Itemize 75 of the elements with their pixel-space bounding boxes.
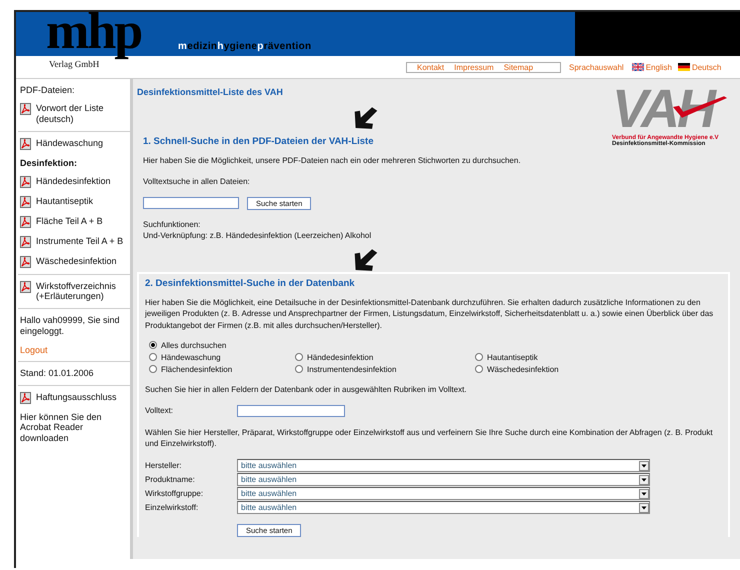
dropdown[interactable]: bitte auswählen [237, 459, 650, 472]
hint-text: Suchen Sie hier in allen Feldern der Datenbank oder in ausgewählten Rubriken im Volltext. [145, 384, 468, 395]
pdf-icon [20, 176, 31, 188]
pdf-link[interactable]: Händewaschung [36, 138, 104, 148]
language-label: Sprachauswahl [569, 62, 624, 72]
language-link[interactable]: Deutsch [678, 62, 722, 72]
radio-button[interactable] [295, 365, 303, 374]
pdf-icon [20, 280, 31, 293]
pdf-link[interactable]: Fläche Teil A + B [36, 216, 103, 226]
pdf-link[interactable]: Händedesinfektion [36, 176, 111, 186]
radio-label: Wäschedesinfektion [487, 364, 559, 374]
radio-label: Alles durchsuchen [161, 340, 226, 350]
radio-label: Flächendesinfektion [161, 364, 232, 374]
sidebar-heading: Desinfektion: [20, 158, 78, 168]
pdf-icon [20, 103, 31, 115]
search-field[interactable] [143, 197, 239, 210]
fulltext-field[interactable] [237, 404, 345, 417]
radio-label: Händedesinfektion [307, 352, 374, 362]
radio-label: Instrumentendesinfektion [307, 364, 396, 374]
nav-link[interactable]: Kontakt [417, 62, 444, 72]
caret-icon [639, 488, 649, 499]
language-link[interactable]: English [632, 62, 672, 72]
field-label: Einzelwirkstoff: [145, 503, 200, 512]
field-label: Wirkstoffgruppe: [145, 489, 204, 498]
radio-button[interactable] [295, 353, 303, 362]
section-heading: 2. Desinfektionsmittel-Suche in der Datenbank [145, 278, 355, 290]
hint-text: Wählen Sie hier Hersteller, Präparat, Wirkstoffgruppe oder Einzelwirkstoff aus und verfeinern Sie Ihre Suche durch eine Kombination der Abfragen (z. B. Produkt und Einzelwirkstoff). [145, 426, 714, 450]
arrow-icon [353, 107, 379, 130]
dropdown[interactable]: bitte auswählen [237, 501, 650, 514]
pdf-icon [20, 256, 31, 268]
pdf-icon [20, 216, 31, 228]
logout-link[interactable]: Logout [20, 344, 130, 355]
field-label: Produktname: [145, 475, 196, 484]
dropdown[interactable]: bitte auswählen [237, 487, 650, 500]
pdf-link[interactable]: Wirkstoffverzeichnis (+Erläuterungen) [36, 280, 130, 302]
caret-icon [639, 502, 649, 513]
radio-label: Händewaschung [161, 352, 221, 362]
caret-icon [639, 474, 649, 485]
sidebar-text: Hier können Sie den Acrobat Reader downloaden [20, 412, 103, 444]
flag-icon [678, 63, 690, 71]
dropdown[interactable]: bitte auswählen [237, 473, 650, 486]
pdf-link[interactable]: Wäschedesinfektion [36, 256, 117, 266]
pdf-link[interactable]: Haftungsausschluss [36, 392, 117, 402]
publisher-name: Verlag GmbH [49, 59, 100, 69]
help-text: Suchfunktionen: [143, 220, 202, 231]
field-label: Hersteller: [145, 461, 182, 470]
pdf-link[interactable]: Instrumente Teil A + B [36, 236, 124, 246]
help-text: Und-Verknüpfung: z.B. Händedesinfektion (Leerzeichen) Alkohol [143, 230, 372, 242]
pdf-icon [20, 392, 31, 404]
section-intro: Hier haben Sie die Möglichkeit, eine Detailsuche in der Desinfektionsmittel-Datenbank durchzuführen. Sie erhalten dadurch zusätzliche Informationen zu den jeweiligen Produkten (z. B. Adresse und Ansprechpartner der Firmen, Listungsdatum, Einzelwirkstoff, Sicherheitsdatenblatt u. a.) sowie einen Überblick über das Produktangebot der Firmen (z.B. mit alles durchsuchen/Hersteller). [145, 297, 714, 331]
flag-icon [632, 63, 644, 71]
page-title: Desinfektionsmittel-Liste des VAH [137, 87, 284, 97]
radio-button[interactable] [149, 353, 157, 362]
section-heading: 1. Schnell-Suche in den PDF-Dateien der VAH-Liste [143, 136, 374, 147]
radio-label: Hautantiseptik [487, 352, 538, 362]
field-label: Volltextsuche in allen Dateien: [143, 176, 251, 188]
radio-button[interactable] [149, 341, 157, 350]
field-label: Volltext: [145, 406, 174, 416]
radio-button[interactable] [475, 365, 483, 374]
radio-button[interactable] [475, 353, 483, 362]
arrow-icon [353, 249, 379, 272]
sidebar-text: Hallo vah09999, Sie sind eingeloggt. [20, 315, 121, 337]
tagline: medizinhygieneprävention [178, 41, 312, 52]
pdf-link[interactable]: Vorwort der Liste (deutsch) [36, 103, 130, 125]
radio-button[interactable] [149, 365, 157, 374]
pdf-link[interactable]: Hautantiseptik [36, 196, 94, 206]
pdf-icon [20, 138, 31, 150]
sidebar-text: Stand: 01.01.2006 [20, 368, 95, 379]
sidebar-heading: PDF-Dateien: [20, 85, 76, 95]
caret-icon [639, 460, 649, 471]
nav-link[interactable]: Impressum [454, 62, 494, 72]
pdf-icon [20, 196, 31, 208]
nav-link[interactable]: Sitemap [504, 62, 534, 72]
section-intro: Hier haben Sie die Möglichkeit, unsere PDF-Dateien nach ein oder mehreren Stichworten zu durchsuchen. [143, 155, 522, 166]
pdf-icon [20, 236, 31, 248]
